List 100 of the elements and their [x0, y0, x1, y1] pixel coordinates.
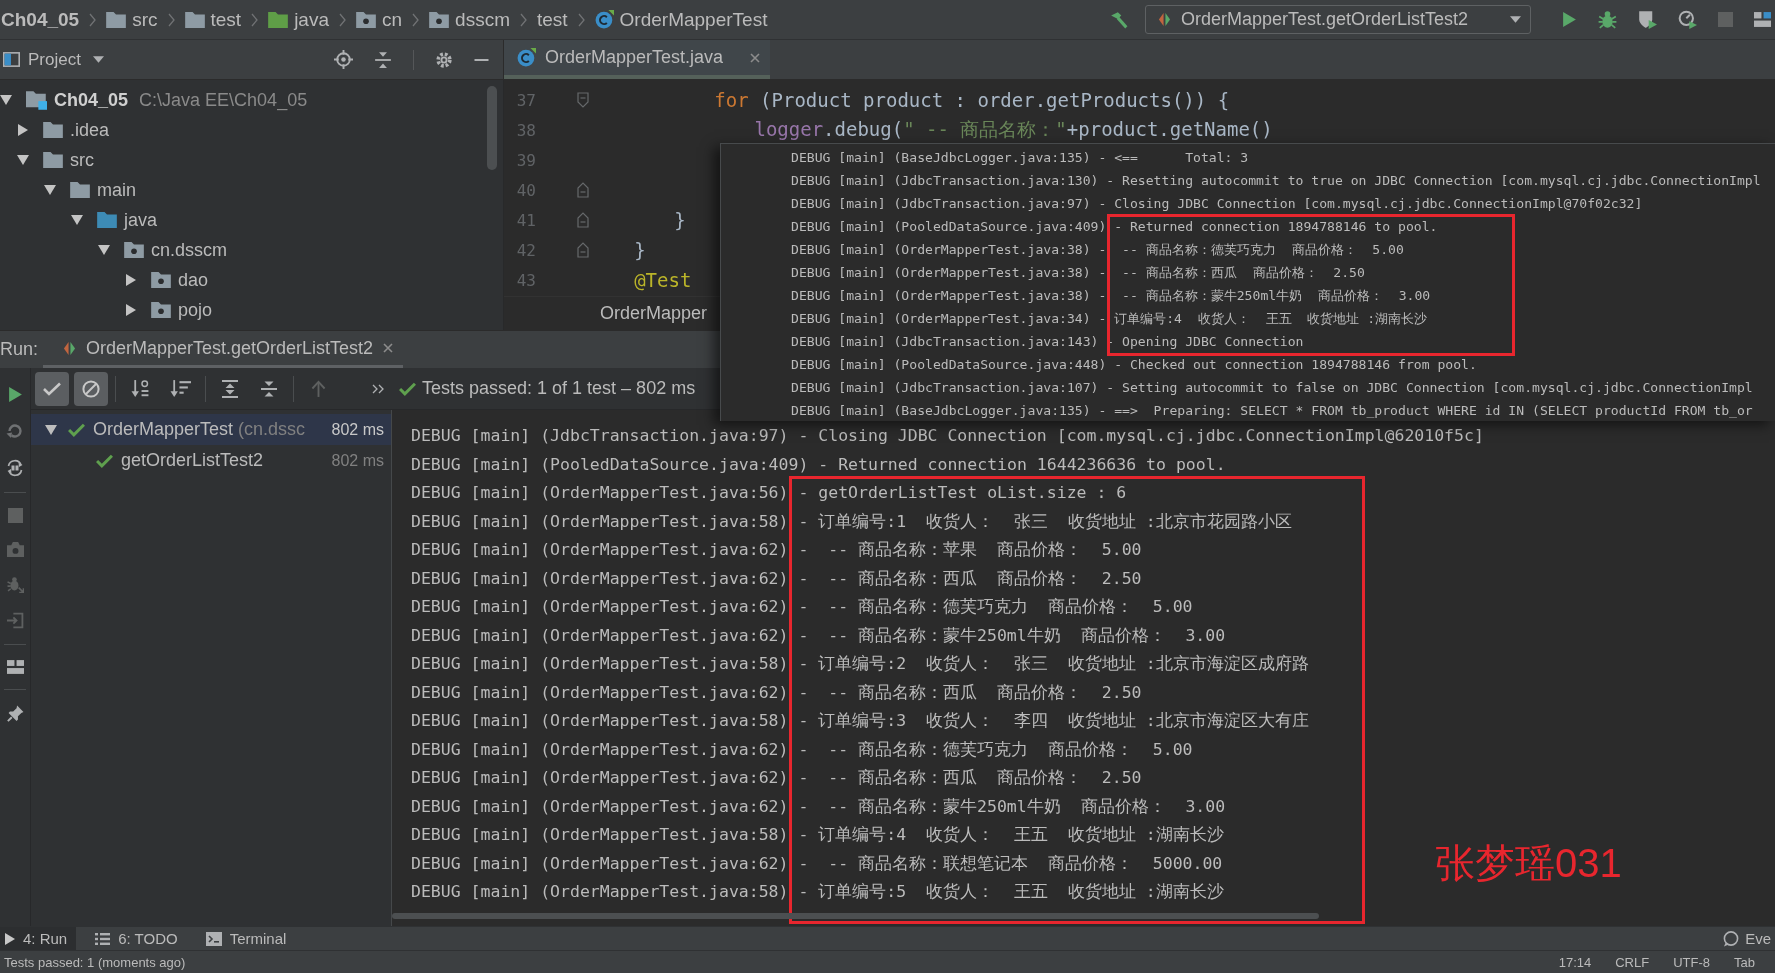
fold-marker-icon[interactable] — [577, 212, 589, 228]
tool-window-button[interactable]: 4: Run — [0, 927, 77, 950]
collapse-icon[interactable] — [374, 50, 392, 69]
line-number: 42 — [516, 240, 536, 260]
editor-breadcrumb[interactable]: OrderMapper — [600, 303, 708, 324]
tree-item-label[interactable]: cn.dsscm — [151, 239, 228, 261]
disclosure-triangle-icon[interactable] — [71, 215, 83, 225]
close-icon[interactable] — [750, 52, 760, 63]
disclosure-triangle-icon[interactable] — [126, 274, 136, 286]
tree-item-label[interactable]: .idea — [70, 119, 110, 141]
disclosure-triangle-icon[interactable] — [44, 185, 56, 195]
disclosure-triangle-icon[interactable] — [45, 424, 57, 435]
test-tree-row[interactable]: getOrderListTest2 802 ms — [31, 445, 391, 476]
code-line: for (Product product : order.getProducts()) { — [714, 89, 1230, 111]
tree-item-label[interactable]: Ch04_05 — [54, 89, 129, 111]
class-icon — [594, 10, 614, 29]
double-chevron-icon[interactable] — [372, 383, 384, 394]
chevron-icon — [412, 12, 420, 27]
layout-icon[interactable] — [6, 660, 24, 674]
breadcrumb-item[interactable]: cn — [356, 8, 403, 31]
play-icon[interactable] — [1562, 11, 1577, 28]
close-icon[interactable] — [383, 343, 394, 353]
status-item[interactable]: 17:14 — [1558, 954, 1592, 970]
tree-item-label[interactable]: pojo — [178, 299, 213, 321]
test-tree-row[interactable]: OrderMapperTest (cn.dssc 802 ms — [31, 414, 391, 445]
package-icon — [151, 272, 171, 288]
breadcrumb-item[interactable]: Ch04_05 — [1, 8, 80, 31]
test-icon — [1158, 12, 1171, 27]
event-log-button[interactable]: Eve — [1723, 927, 1775, 950]
package-icon — [151, 302, 171, 318]
crosshair-icon[interactable] — [334, 50, 353, 69]
play-icon[interactable] — [7, 386, 23, 403]
status-item[interactable]: UTF-8 — [1673, 954, 1711, 970]
disclosure-triangle-icon[interactable] — [98, 245, 110, 255]
cycle-icon[interactable] — [6, 459, 24, 477]
status-item[interactable]: CRLF — [1615, 954, 1650, 970]
fold-marker-icon[interactable] — [577, 242, 589, 258]
window-icon — [3, 52, 20, 67]
log-line: DEBUG [main] (JdbcTransaction.java:143) - Opening JDBC Connection — [791, 334, 1304, 349]
tool-window-button[interactable]: Terminal — [200, 927, 296, 950]
log-line: DEBUG [main] (OrderMapperTest.java:62) - -- 商品名称：西瓜 商品价格： 2.50 — [411, 768, 1142, 787]
breadcrumb-item[interactable]: dsscm — [429, 8, 510, 31]
bug-icon[interactable] — [1598, 10, 1617, 29]
sort-icon[interactable] — [131, 379, 150, 398]
test-duration: 802 ms — [331, 451, 384, 470]
log-line: DEBUG [main] (OrderMapperTest.java:58) - 订单编号:3 收货人： 李四 收货地址 :北京市海淀区大有庄 — [411, 711, 1309, 730]
gauge-icon[interactable] — [1678, 10, 1697, 29]
tree-item-label[interactable]: dao — [178, 269, 209, 291]
chevron-icon — [167, 12, 175, 27]
editor-tab[interactable]: OrderMapperTest.java — [504, 40, 770, 79]
tool-window-button[interactable]: 6: TODO — [90, 927, 187, 950]
view-dropdown[interactable]: Project — [28, 49, 104, 70]
disclosure-triangle-icon[interactable] — [0, 95, 12, 105]
chevron-icon — [339, 12, 346, 27]
hammer-icon[interactable] — [1110, 10, 1128, 29]
log-line: DEBUG [main] (OrderMapperTest.java:62) - -- 商品名称：蒙牛250ml牛奶 商品价格： 3.00 — [411, 796, 1226, 816]
caret-icon — [1510, 16, 1521, 23]
grid-icon[interactable] — [1754, 12, 1771, 27]
tree-item-label[interactable]: main — [97, 179, 136, 201]
folder-icon — [43, 122, 63, 138]
rerun-icon[interactable] — [6, 422, 24, 440]
fold-marker-icon[interactable] — [577, 182, 589, 198]
log-line: DEBUG [main] (OrderMapperTest.java:62) - -- 商品名称：苹果 商品价格： 5.00 — [411, 540, 1142, 559]
line-number: 41 — [516, 210, 536, 230]
breadcrumb-item[interactable]: OrderMapperTest — [594, 8, 768, 31]
disclosure-triangle-icon[interactable] — [126, 304, 136, 316]
line-number: 43 — [516, 270, 536, 290]
breadcrumb-item[interactable]: test — [184, 8, 242, 31]
scrollbar-thumb[interactable] — [487, 86, 497, 170]
list-icon — [95, 932, 111, 945]
tree-item-label[interactable]: java — [124, 209, 158, 231]
filter-toggle[interactable] — [35, 371, 69, 406]
run-configuration-dropdown[interactable]: OrderMapperTest.getOrderListTest2 — [1145, 5, 1531, 34]
log-line: DEBUG [main] (OrderMapperTest.java:38) - -- 商品名称：西瓜 商品价格： 2.50 — [791, 265, 1365, 280]
settings-icon[interactable] — [435, 50, 453, 69]
folder-icon — [70, 182, 90, 198]
test-name: OrderMapperTest — [93, 419, 234, 440]
disclosure-triangle-icon[interactable] — [17, 155, 29, 165]
log-line: DEBUG [main] (BaseJdbcLogger.java:135) - ==> Preparing: SELECT * FROM tb_product WHERE id IN (SELECT productId FROM tb_or — [791, 403, 1753, 418]
breadcrumb-item[interactable]: java — [268, 8, 329, 31]
filter-toggle[interactable] — [74, 371, 108, 406]
tree-item-label[interactable]: src — [70, 149, 94, 171]
disclosure-triangle-icon[interactable] — [18, 124, 28, 136]
collapse-all-icon[interactable] — [260, 379, 278, 398]
shield-icon[interactable] — [1638, 10, 1657, 29]
folder-icon — [97, 212, 117, 228]
scrollbar-thumb[interactable] — [392, 913, 1319, 919]
minimize-icon[interactable] — [474, 58, 489, 61]
pin-icon[interactable] — [6, 705, 24, 722]
expand-all-icon[interactable] — [221, 379, 239, 398]
status-item[interactable]: Tab — [1734, 954, 1755, 970]
code-line: logger.debug(" -- 商品名称："+product.getName() — [754, 118, 1273, 140]
log-line: DEBUG [main] (OrderMapperTest.java:38) - -- 商品名称：蒙牛250ml牛奶 商品价格： 3.00 — [791, 288, 1431, 303]
fold-marker-icon[interactable] — [577, 92, 589, 108]
log-line: DEBUG [main] (PooledDataSource.java:409) - Returned connection 1644236636 to pool. — [411, 454, 1226, 474]
chevron-icon — [577, 12, 585, 27]
chevron-icon — [251, 12, 259, 27]
breadcrumb-item[interactable]: test — [536, 8, 568, 31]
breadcrumb-item[interactable]: src — [106, 8, 158, 31]
sort-bars-icon[interactable] — [170, 379, 191, 398]
